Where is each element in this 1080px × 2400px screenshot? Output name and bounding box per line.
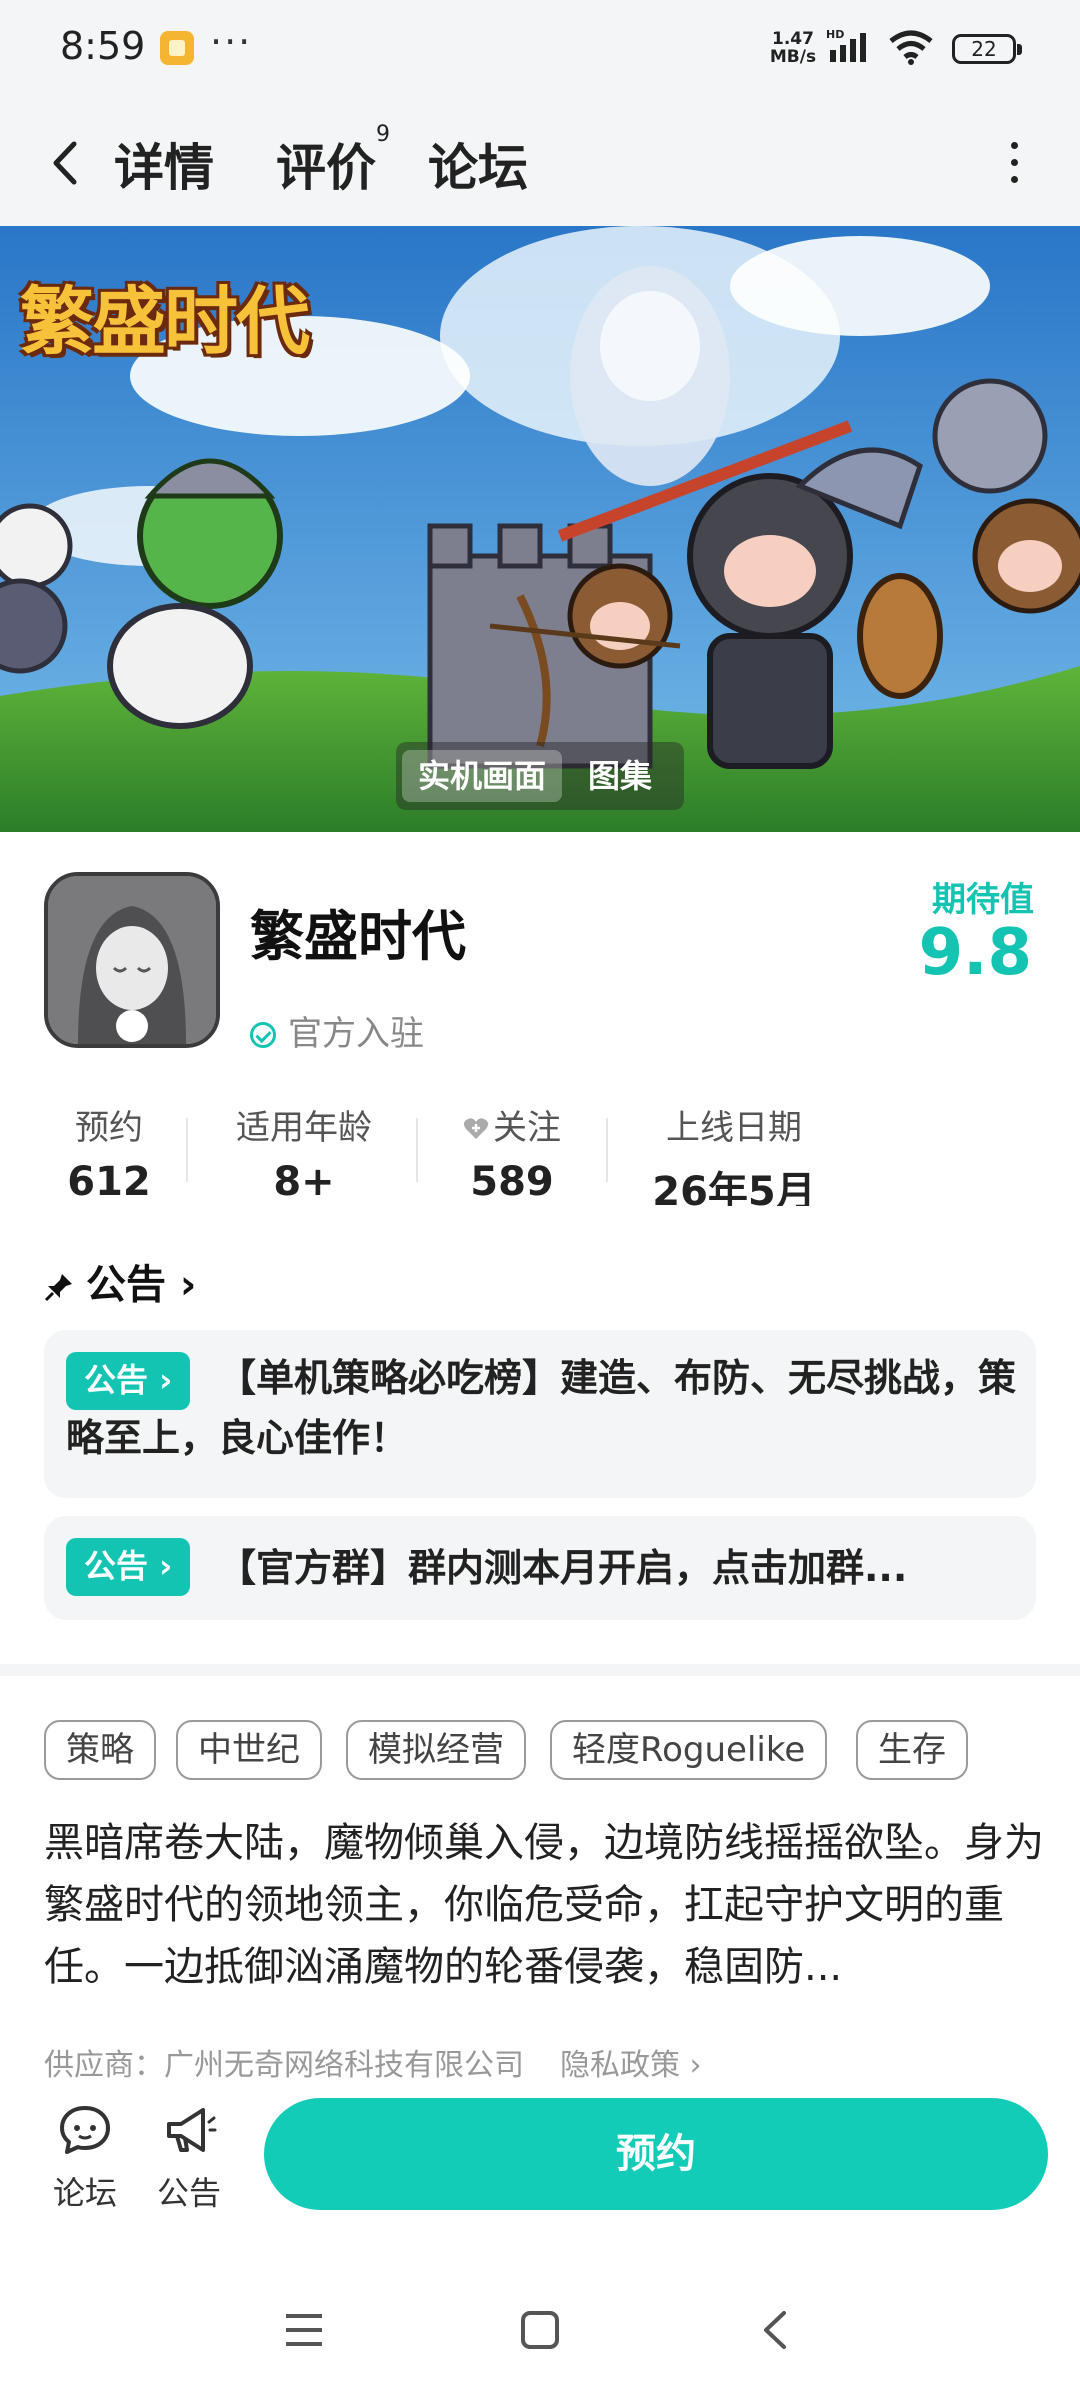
stat-label: 预约 bbox=[75, 1108, 143, 1148]
network-speed: 1.47 MB/s bbox=[769, 29, 817, 67]
forum-button[interactable]: 论坛 bbox=[40, 2102, 130, 2214]
tag-roguelike[interactable]: 轻度Roguelike bbox=[550, 1720, 828, 1780]
more-options-icon[interactable] bbox=[1006, 142, 1022, 192]
chat-bubble-icon bbox=[60, 2106, 110, 2154]
divider bbox=[606, 1118, 608, 1182]
tag-simulation[interactable]: 模拟经营 bbox=[346, 1720, 526, 1780]
stats-row: 预约 612 适用年龄 8+ 关注 589 上线日期 26年5月 bbox=[0, 1086, 1080, 1206]
network-type: HD bbox=[826, 28, 844, 41]
heart-icon bbox=[463, 1118, 489, 1139]
system-navigation-bar bbox=[0, 2260, 1080, 2400]
chevron-right-icon: › bbox=[166, 1262, 197, 1308]
stat-launch-date: 上线日期 26年5月 bbox=[646, 1100, 822, 1206]
banner-logo: 繁盛时代 bbox=[20, 279, 310, 365]
stat-label: 适用年龄 bbox=[236, 1108, 372, 1148]
notice-button[interactable]: 公告 bbox=[144, 2102, 234, 2214]
tab-review[interactable]: 评价 bbox=[276, 128, 376, 200]
notice-item[interactable]: 公告 【官方群】群内测本月开启，点击加群... bbox=[44, 1516, 1036, 1620]
notice-header-label: 公告 bbox=[86, 1262, 166, 1308]
tab-forum[interactable]: 论坛 bbox=[428, 128, 528, 200]
supplier-text: 供应商：广州无奇网络科技有限公司 bbox=[44, 2048, 524, 2083]
more-notifications-icon: ··· bbox=[210, 20, 253, 64]
tag-survival[interactable]: 生存 bbox=[856, 1720, 968, 1780]
notice-section-header[interactable]: 公告 › bbox=[44, 1252, 196, 1310]
divider bbox=[186, 1118, 188, 1182]
stat-label: 关注 bbox=[446, 1100, 578, 1149]
divider bbox=[416, 1118, 418, 1182]
wifi-icon bbox=[889, 30, 933, 65]
stat-followers: 关注 589 bbox=[446, 1100, 578, 1205]
reserve-button[interactable]: 预约 bbox=[264, 2098, 1048, 2210]
status-time: 8:59 bbox=[60, 24, 146, 68]
stat-value: 8+ bbox=[273, 1159, 335, 1205]
notice-item[interactable]: 公告 【单机策略必吃榜】建造、布防、无尽挑战，策略至上，良心佳作！ bbox=[44, 1330, 1036, 1498]
bottom-action-bar: 论坛 公告 预约 bbox=[0, 2080, 1080, 2230]
review-count: 9 bbox=[376, 122, 390, 147]
stat-value: 589 bbox=[470, 1159, 554, 1205]
tag-medieval[interactable]: 中世纪 bbox=[176, 1720, 322, 1780]
notice-text: 【单机策略必吃榜】建造、布防、无尽挑战，策略至上，良心佳作！ bbox=[66, 1356, 1017, 1460]
expectation-label: 期待值 bbox=[932, 880, 1034, 920]
pin-icon bbox=[44, 1274, 72, 1302]
media-switch: 实机画面 图集 bbox=[396, 742, 684, 810]
tab-gallery[interactable]: 图集 bbox=[572, 750, 668, 802]
stat-value: 26年5月 bbox=[652, 1169, 816, 1206]
tab-gameplay-video[interactable]: 实机画面 bbox=[402, 750, 563, 802]
app-title: 繁盛时代 bbox=[250, 905, 466, 968]
app-icon bbox=[44, 872, 220, 1048]
back-arrow-icon[interactable] bbox=[44, 136, 88, 190]
section-divider bbox=[0, 1664, 1080, 1676]
status-bar: 8:59 ··· 1.47 MB/s HD 22 bbox=[0, 0, 1080, 100]
stat-value: 612 bbox=[67, 1159, 151, 1205]
back-icon[interactable] bbox=[756, 2310, 796, 2350]
game-banner[interactable]: 繁盛时代 实机画面 图集 bbox=[0, 226, 1080, 832]
notification-app-icon bbox=[160, 31, 194, 65]
stat-reservations: 预约 612 bbox=[64, 1100, 154, 1205]
battery-icon: 22 bbox=[952, 34, 1022, 64]
top-nav: 详情 评价 9 论坛 bbox=[0, 100, 1080, 226]
tag-strategy[interactable]: 策略 bbox=[44, 1720, 156, 1780]
menu-icon[interactable] bbox=[284, 2310, 324, 2350]
notice-label: 公告 bbox=[156, 2174, 221, 2212]
stat-age-rating[interactable]: 适用年龄 8+ bbox=[222, 1100, 386, 1205]
forum-label: 论坛 bbox=[52, 2174, 117, 2212]
home-icon[interactable] bbox=[520, 2310, 560, 2350]
notice-badge: 公告 bbox=[66, 1538, 191, 1596]
stat-label: 上线日期 bbox=[666, 1108, 802, 1148]
expectation-score: 9.8 bbox=[918, 916, 1032, 990]
tab-detail[interactable]: 详情 bbox=[114, 128, 214, 200]
verified-check-icon bbox=[250, 1022, 276, 1048]
privacy-policy-link[interactable]: 隐私政策 › bbox=[560, 2048, 702, 2083]
signal-icon: HD bbox=[826, 28, 866, 62]
game-description[interactable]: 黑暗席卷大陆，魔物倾巢入侵，边境防线摇摇欲坠。身为繁盛时代的领地领主，你临危受命… bbox=[44, 1812, 1044, 1998]
official-badge: 官方入驻 bbox=[250, 1006, 424, 1055]
official-label: 官方入驻 bbox=[288, 1014, 424, 1054]
megaphone-icon bbox=[167, 2108, 217, 2152]
supplier-info: 供应商：广州无奇网络科技有限公司 隐私政策 › bbox=[44, 2040, 702, 2084]
notice-text: 【官方群】群内测本月开启，点击加群... bbox=[218, 1546, 908, 1590]
